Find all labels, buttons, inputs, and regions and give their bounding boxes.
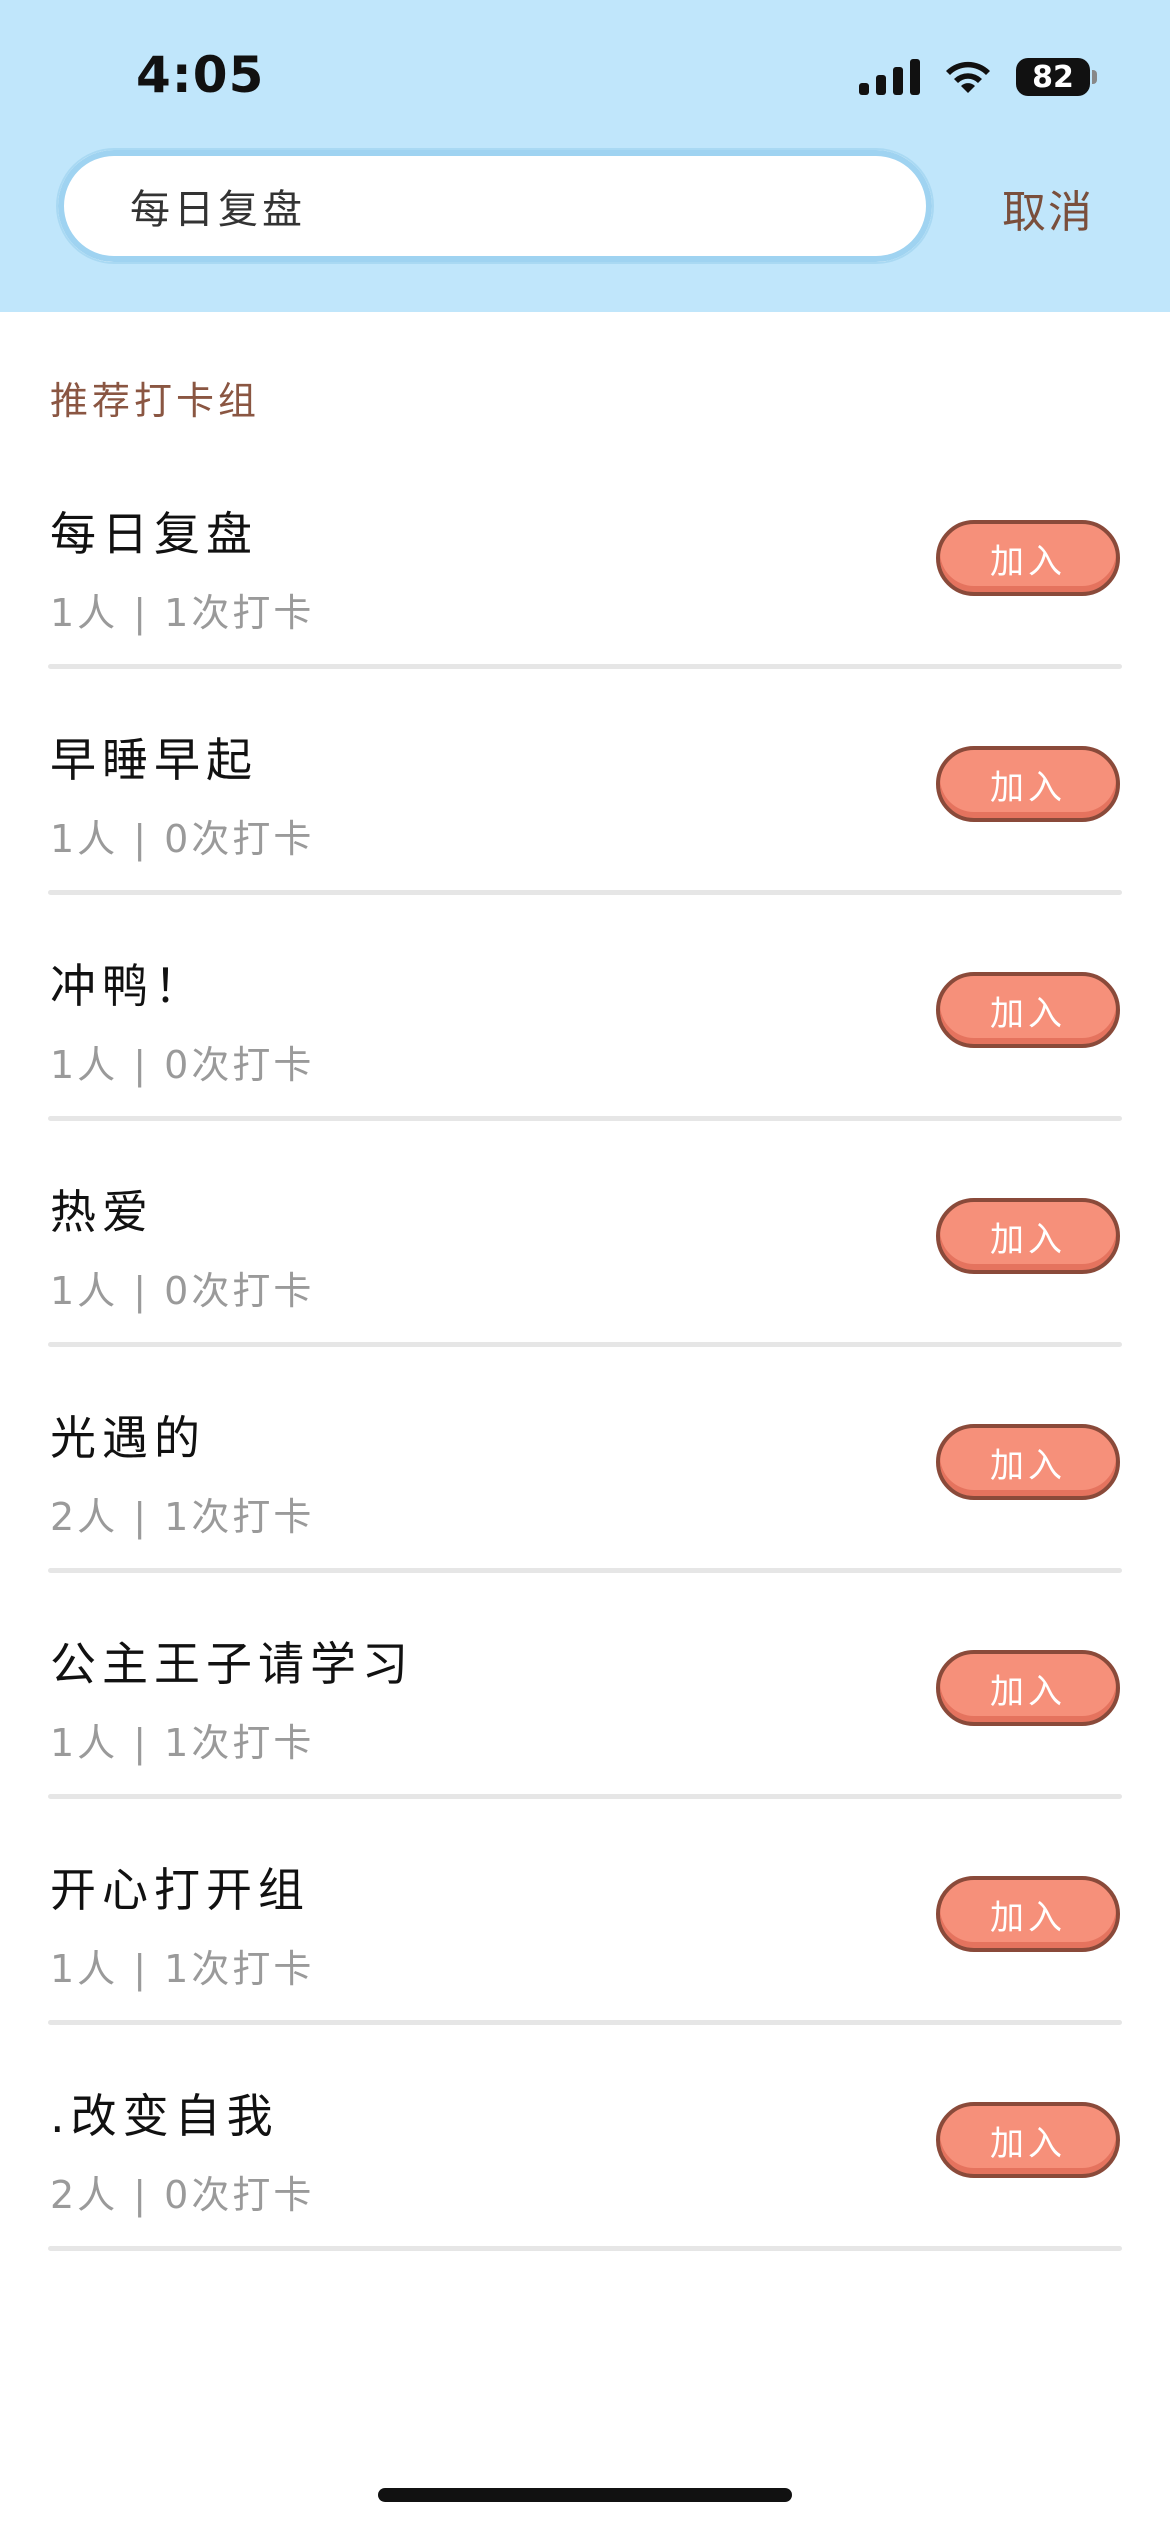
search-page: 4:05 82 取消 推荐打卡组 每日复盘 1人 | 1: [0, 0, 1170, 2532]
list-item[interactable]: 每日复盘 1人 | 1次打卡 加入: [0, 470, 1170, 696]
join-button[interactable]: 加入: [936, 2102, 1120, 2178]
group-name: 早睡早起: [50, 733, 258, 787]
list-item[interactable]: 冲鸭！ 1人 | 0次打卡 加入: [0, 922, 1170, 1148]
join-button[interactable]: 加入: [936, 1198, 1120, 1274]
group-meta: 1人 | 1次打卡: [50, 1947, 315, 1991]
join-button[interactable]: 加入: [936, 1424, 1120, 1500]
signal-icon: [859, 59, 920, 95]
section-title: 推荐打卡组: [50, 379, 261, 423]
list-item[interactable]: 光遇的 2人 | 1次打卡 加入: [0, 1374, 1170, 1600]
join-button[interactable]: 加入: [936, 1650, 1120, 1726]
divider: [48, 2020, 1122, 2025]
search-field[interactable]: [56, 148, 934, 264]
divider: [48, 664, 1122, 669]
group-meta: 2人 | 1次打卡: [50, 1495, 315, 1539]
group-name: 冲鸭！: [50, 959, 206, 1013]
header: 4:05 82 取消: [0, 0, 1170, 312]
group-meta: 1人 | 0次打卡: [50, 1269, 315, 1313]
divider: [48, 2246, 1122, 2251]
list-item[interactable]: 开心打开组 1人 | 1次打卡 加入: [0, 1826, 1170, 2052]
wifi-icon: [946, 61, 990, 93]
list-item[interactable]: .改变自我 2人 | 0次打卡 加入: [0, 2052, 1170, 2278]
home-indicator: [378, 2488, 792, 2502]
cancel-button[interactable]: 取消: [1002, 176, 1094, 240]
group-name: 光遇的: [50, 1411, 206, 1465]
join-button[interactable]: 加入: [936, 972, 1120, 1048]
divider: [48, 890, 1122, 895]
divider: [48, 1342, 1122, 1347]
divider: [48, 1794, 1122, 1799]
status-time: 4:05: [136, 46, 265, 104]
group-name: 公主王子请学习: [50, 1637, 414, 1691]
divider: [48, 1568, 1122, 1573]
group-name: 每日复盘: [50, 507, 258, 561]
group-list: 每日复盘 1人 | 1次打卡 加入 早睡早起 1人 | 0次打卡 加入 冲鸭！ …: [0, 470, 1170, 2278]
group-meta: 1人 | 0次打卡: [50, 1043, 315, 1087]
list-item[interactable]: 公主王子请学习 1人 | 1次打卡 加入: [0, 1600, 1170, 1826]
list-item[interactable]: 热爱 1人 | 0次打卡 加入: [0, 1148, 1170, 1374]
group-meta: 1人 | 1次打卡: [50, 1721, 315, 1765]
join-button[interactable]: 加入: [936, 746, 1120, 822]
group-meta: 2人 | 0次打卡: [50, 2173, 315, 2217]
join-button[interactable]: 加入: [936, 1876, 1120, 1952]
status-icons: 82: [859, 52, 1097, 102]
divider: [48, 1116, 1122, 1121]
group-name: 开心打开组: [50, 1863, 310, 1917]
battery-level: 82: [1032, 59, 1074, 95]
group-meta: 1人 | 1次打卡: [50, 591, 315, 635]
list-item[interactable]: 早睡早起 1人 | 0次打卡 加入: [0, 696, 1170, 922]
group-meta: 1人 | 0次打卡: [50, 817, 315, 861]
search-input[interactable]: [128, 182, 892, 230]
group-name: .改变自我: [50, 2089, 279, 2143]
join-button[interactable]: 加入: [936, 520, 1120, 596]
battery-icon: 82: [1016, 58, 1097, 96]
group-name: 热爱: [50, 1185, 154, 1239]
